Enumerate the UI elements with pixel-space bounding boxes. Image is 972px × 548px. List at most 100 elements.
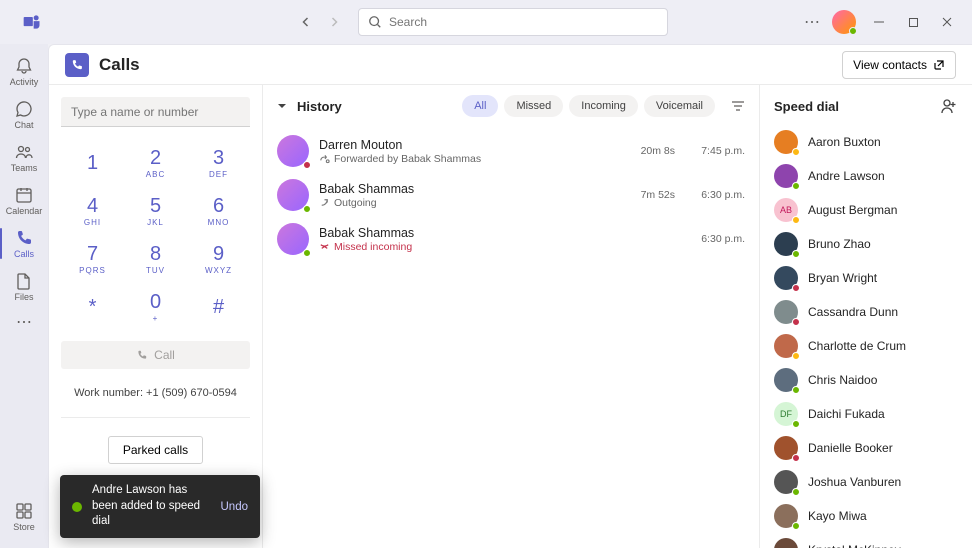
keypad-key-7[interactable]: 7PQRS — [61, 235, 124, 283]
speed-dial-header: Speed dial — [760, 85, 972, 123]
key-digit: 5 — [150, 195, 161, 218]
contact-name: Joshua Vanburen — [808, 475, 901, 489]
key-letters: MNO — [208, 218, 230, 227]
keypad-key-5[interactable]: 5JKL — [124, 187, 187, 235]
title-bar: ⋯ — [0, 0, 972, 44]
key-digit: 7 — [87, 243, 98, 266]
rail-more[interactable]: ⋯ — [16, 312, 32, 332]
nav-arrows — [294, 10, 346, 34]
contact-name: Danielle Booker — [808, 441, 893, 455]
speed-dial-item[interactable]: Bryan Wright — [760, 261, 972, 295]
search-input[interactable] — [358, 8, 668, 36]
view-contacts-button[interactable]: View contacts — [842, 51, 956, 79]
speed-dial-item[interactable]: Joshua Vanburen — [760, 465, 972, 499]
history-subtitle: Forwarded by Babak Shammas — [319, 153, 611, 165]
keypad-key-#[interactable]: # — [187, 283, 250, 331]
rail-calls[interactable]: Calls — [0, 222, 48, 265]
speed-dial-item[interactable]: Kayo Miwa — [760, 499, 972, 533]
maximize-button[interactable] — [906, 15, 920, 29]
page-header: Calls View contacts — [49, 45, 972, 85]
app-rail: Activity Chat Teams Calendar Calls Files… — [0, 44, 48, 548]
presence-dot — [792, 250, 800, 258]
rail-teams[interactable]: Teams — [0, 136, 48, 179]
avatar — [277, 179, 309, 211]
parked-calls-button[interactable]: Parked calls — [108, 436, 203, 464]
keypad-key-3[interactable]: 3DEF — [187, 139, 250, 187]
people-icon — [14, 142, 34, 162]
filter-missed[interactable]: Missed — [504, 95, 563, 117]
keypad-key-8[interactable]: 8TUV — [124, 235, 187, 283]
add-contact-icon[interactable] — [940, 97, 958, 115]
history-time: 7:45 p.m. — [685, 145, 745, 157]
rail-label: Chat — [14, 121, 33, 130]
history-row[interactable]: Babak ShammasMissed incoming6:30 p.m. — [263, 217, 759, 261]
speed-dial-item[interactable]: Charlotte de Crum — [760, 329, 972, 363]
history-header: History All Missed Incoming Voicemail — [263, 85, 759, 125]
keypad: 12ABC3DEF4GHI5JKL6MNO7PQRS8TUV9WXYZ*0+# — [61, 139, 250, 331]
search-icon — [368, 15, 382, 29]
rail-activity[interactable]: Activity — [0, 50, 48, 93]
history-panel: History All Missed Incoming Voicemail Darre… — [263, 85, 760, 548]
rail-label: Teams — [11, 164, 38, 173]
keypad-key-2[interactable]: 2ABC — [124, 139, 187, 187]
caret-down-icon[interactable] — [277, 101, 287, 111]
phone-icon — [70, 58, 84, 72]
current-user-avatar[interactable] — [832, 10, 856, 34]
key-digit: 8 — [150, 243, 161, 266]
key-letters: PQRS — [79, 266, 106, 275]
keypad-key-*[interactable]: * — [61, 283, 124, 331]
minimize-button[interactable] — [872, 15, 886, 29]
filter-incoming[interactable]: Incoming — [569, 95, 638, 117]
rail-files[interactable]: Files — [0, 265, 48, 308]
phone-icon — [14, 228, 34, 248]
app-body: Activity Chat Teams Calendar Calls Files… — [0, 44, 972, 548]
key-letters: TUV — [146, 266, 165, 275]
dial-input[interactable] — [61, 97, 250, 127]
speed-dial-item[interactable]: DFDaichi Fukada — [760, 397, 972, 431]
history-list: Darren MoutonForwarded by Babak Shammas2… — [263, 125, 759, 265]
rail-store[interactable]: Store — [0, 495, 48, 538]
presence-dot — [792, 216, 800, 224]
undo-button[interactable]: Undo — [221, 501, 249, 513]
rail-calendar[interactable]: Calendar — [0, 179, 48, 222]
speed-dial-item[interactable]: Cassandra Dunn — [760, 295, 972, 329]
history-time: 6:30 p.m. — [685, 189, 745, 201]
call-button[interactable]: Call — [61, 341, 250, 369]
rail-chat[interactable]: Chat — [0, 93, 48, 136]
key-digit: # — [213, 296, 224, 319]
keypad-key-0[interactable]: 0+ — [124, 283, 187, 331]
history-name: Babak Shammas — [319, 226, 611, 240]
close-button[interactable] — [940, 15, 954, 29]
filter-all[interactable]: All — [462, 95, 498, 117]
speed-dial-item[interactable]: AB August Bergman — [760, 193, 972, 227]
external-link-icon — [933, 59, 945, 71]
history-row[interactable]: Darren MoutonForwarded by Babak Shammas2… — [263, 129, 759, 173]
keypad-key-1[interactable]: 1 — [61, 139, 124, 187]
contact-name: August Bergman — [808, 203, 897, 217]
filter-voicemail[interactable]: Voicemail — [644, 95, 715, 117]
speed-dial-item[interactable]: Andre Lawson — [760, 159, 972, 193]
speed-dial-item[interactable]: Bruno Zhao — [760, 227, 972, 261]
presence-dot — [792, 148, 800, 156]
contact-name: Bryan Wright — [808, 271, 877, 285]
key-digit: 3 — [213, 147, 224, 170]
history-title: History — [297, 99, 342, 114]
speed-dial-item[interactable]: Aaron Buxton — [760, 125, 972, 159]
main-content: Calls View contacts 12ABC3DEF 4GHI5JKL6MN… — [48, 44, 972, 548]
titlebar-more[interactable]: ⋯ — [804, 12, 820, 32]
filter-icon[interactable] — [731, 99, 745, 113]
contact-name: Krystal McKinney — [808, 543, 901, 548]
speed-dial-item[interactable]: Krystal McKinney — [760, 533, 972, 548]
avatar — [774, 334, 798, 358]
divider — [61, 417, 250, 418]
nav-forward[interactable] — [322, 10, 346, 34]
avatar: AB — [774, 198, 798, 222]
speed-dial-item[interactable]: Danielle Booker — [760, 431, 972, 465]
keypad-key-6[interactable]: 6MNO — [187, 187, 250, 235]
nav-back[interactable] — [294, 10, 318, 34]
avatar — [774, 266, 798, 290]
speed-dial-item[interactable]: Chris Naidoo — [760, 363, 972, 397]
keypad-key-9[interactable]: 9WXYZ — [187, 235, 250, 283]
history-row[interactable]: Babak ShammasOutgoing7m 52s6:30 p.m. — [263, 173, 759, 217]
keypad-key-4[interactable]: 4GHI — [61, 187, 124, 235]
